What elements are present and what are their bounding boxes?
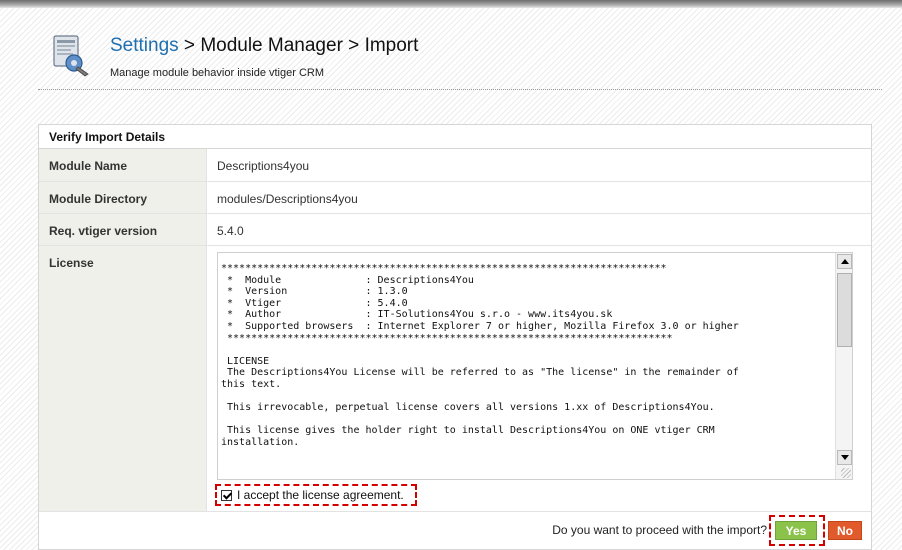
row-module-name: Module Name Descriptions4you (39, 149, 871, 182)
resize-grip-icon[interactable] (841, 468, 851, 478)
breadcrumb-separator: > (342, 35, 365, 56)
proceed-question: Do you want to proceed with the import? (552, 523, 767, 537)
scroll-thumb[interactable] (837, 273, 852, 347)
breadcrumb-module-manager: Module Manager (200, 35, 343, 56)
breadcrumb-import: Import (364, 35, 419, 56)
yes-button[interactable]: Yes (775, 521, 817, 540)
arrow-down-icon (840, 455, 849, 460)
row-value: modules/Descriptions4you (217, 192, 358, 206)
scroll-up-button[interactable] (837, 254, 852, 269)
page-header: Settings > Module Manager > Import Manag… (48, 33, 888, 93)
accept-license-checkbox[interactable] (221, 489, 232, 501)
top-bar (0, 0, 902, 8)
license-text: ****************************************… (221, 263, 739, 448)
row-value: Descriptions4you (217, 159, 310, 173)
no-button[interactable]: No (828, 521, 862, 540)
action-footer: Do you want to proceed with the import? … (39, 513, 871, 549)
panel-title: Verify Import Details (39, 125, 871, 149)
row-module-directory: Module Directory modules/Descriptions4yo… (39, 182, 871, 214)
arrow-up-icon (840, 259, 849, 264)
breadcrumb-separator: > (178, 35, 201, 56)
license-scrollbar[interactable] (835, 253, 852, 479)
breadcrumb-settings[interactable]: Settings (110, 35, 179, 56)
settings-tools-icon (53, 35, 89, 77)
header-divider (38, 89, 882, 90)
row-label: Module Name (39, 149, 207, 181)
row-label: License (39, 246, 207, 511)
verify-import-panel: Verify Import Details Module Name Descri… (38, 124, 872, 550)
yes-button-highlight: Yes (769, 515, 825, 546)
row-value: 5.4.0 (217, 224, 244, 238)
row-label: Req. vtiger version (39, 214, 207, 245)
page-title: Settings > Module Manager > Import (110, 35, 418, 57)
row-label: Module Directory (39, 182, 207, 213)
row-vtiger-version: Req. vtiger version 5.4.0 (39, 214, 871, 246)
accept-license-label[interactable]: I accept the license agreement. (237, 488, 404, 502)
page-subtitle: Manage module behavior inside vtiger CRM (110, 67, 324, 79)
row-license: License ********************************… (39, 246, 871, 512)
accept-license-highlight: I accept the license agreement. (215, 484, 417, 506)
scroll-down-button[interactable] (837, 450, 852, 465)
license-textarea[interactable]: ****************************************… (217, 252, 853, 480)
